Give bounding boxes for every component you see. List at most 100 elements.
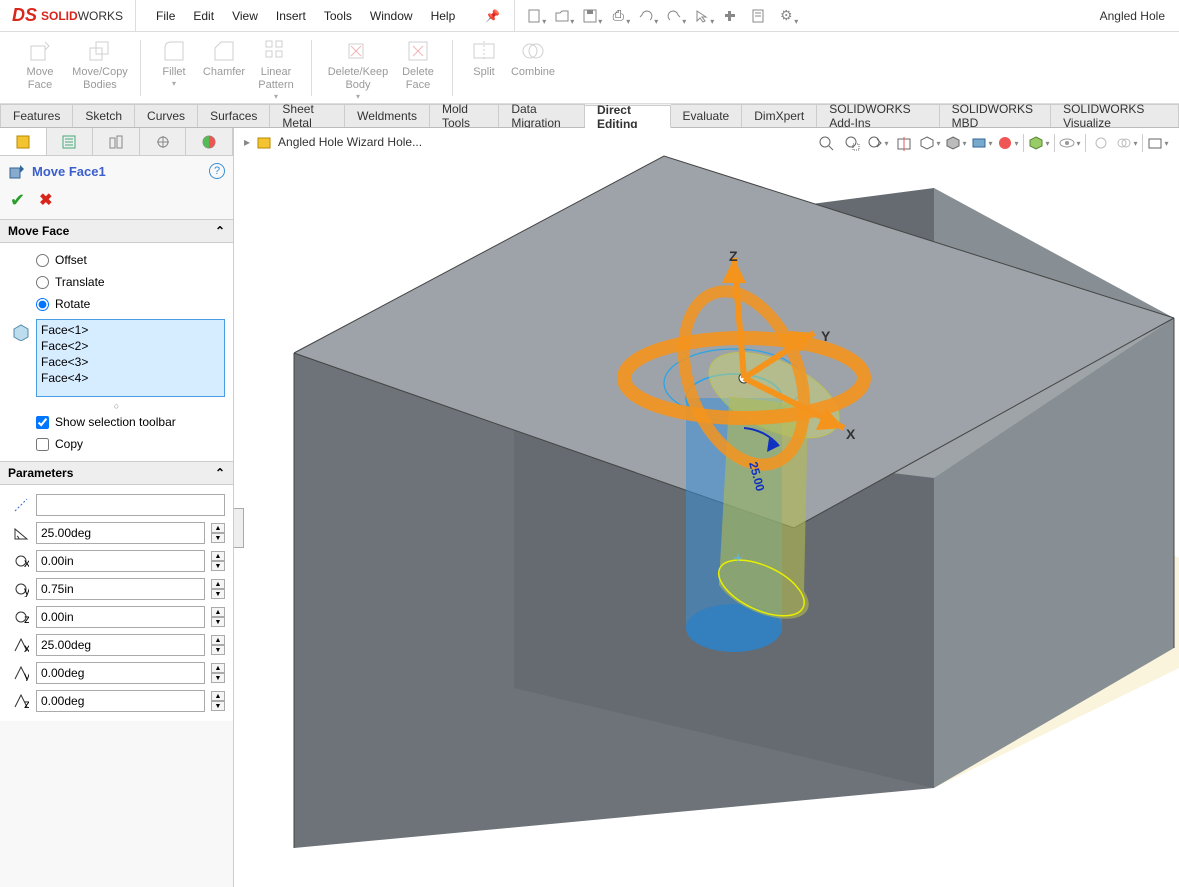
print-button[interactable]: ⎙ bbox=[605, 5, 631, 27]
tab-dimxpert[interactable]: DimXpert bbox=[742, 104, 817, 127]
rotate-y-input[interactable] bbox=[36, 662, 205, 684]
translate-radio[interactable] bbox=[36, 276, 49, 289]
tab-surfaces[interactable]: Surfaces bbox=[198, 104, 270, 127]
spin-up[interactable]: ▲ bbox=[211, 607, 225, 617]
edit-appearance-icon[interactable] bbox=[997, 132, 1019, 154]
pm-tab-dimxpert-manager[interactable] bbox=[140, 128, 187, 155]
options-button[interactable]: ⚙ bbox=[773, 5, 799, 27]
menu-edit[interactable]: Edit bbox=[193, 9, 214, 23]
tab-addins[interactable]: SOLIDWORKS Add-Ins bbox=[817, 104, 939, 127]
face-item[interactable]: Face<2> bbox=[41, 338, 220, 354]
face-item[interactable]: Face<1> bbox=[41, 322, 220, 338]
breadcrumb-expand-icon[interactable]: ▸ bbox=[244, 135, 250, 149]
save-button[interactable] bbox=[577, 5, 603, 27]
spin-up[interactable]: ▲ bbox=[211, 663, 225, 673]
delete-face-button[interactable]: Delete Face bbox=[394, 36, 442, 92]
linear-pattern-button[interactable]: Linear Pattern bbox=[251, 36, 301, 102]
redo-button[interactable] bbox=[661, 5, 687, 27]
tab-sketch[interactable]: Sketch bbox=[73, 104, 135, 127]
rotate-x-input[interactable] bbox=[36, 634, 205, 656]
tab-data-migration[interactable]: Data Migration bbox=[499, 104, 585, 127]
menu-insert[interactable]: Insert bbox=[276, 9, 306, 23]
tab-sheet-metal[interactable]: Sheet Metal bbox=[270, 104, 345, 127]
offset-radio[interactable] bbox=[36, 254, 49, 267]
face-item[interactable]: Face<4> bbox=[41, 370, 220, 386]
panel-splitter[interactable] bbox=[234, 508, 244, 548]
apply-scene-icon[interactable] bbox=[1028, 132, 1050, 154]
tab-weldments[interactable]: Weldments bbox=[345, 104, 430, 127]
rebuild-button[interactable] bbox=[717, 5, 743, 27]
cancel-button[interactable]: ✖ bbox=[39, 190, 52, 211]
menu-tools[interactable]: Tools bbox=[324, 9, 352, 23]
tab-curves[interactable]: Curves bbox=[135, 104, 198, 127]
spin-down[interactable]: ▼ bbox=[211, 673, 225, 683]
select-button[interactable] bbox=[689, 5, 715, 27]
copy-checkbox[interactable] bbox=[36, 438, 49, 451]
render-tools-2-icon[interactable] bbox=[1116, 132, 1138, 154]
tab-visualize[interactable]: SOLIDWORKS Visualize bbox=[1051, 104, 1179, 127]
ok-button[interactable]: ✔ bbox=[10, 190, 25, 211]
undo-button[interactable] bbox=[633, 5, 659, 27]
zoom-area-icon[interactable] bbox=[841, 132, 863, 154]
pin-icon[interactable]: 📌 bbox=[485, 9, 500, 23]
tab-mbd[interactable]: SOLIDWORKS MBD bbox=[940, 104, 1051, 127]
angle-input[interactable] bbox=[36, 522, 205, 544]
help-icon[interactable]: ? bbox=[209, 163, 225, 179]
tab-evaluate[interactable]: Evaluate bbox=[671, 104, 743, 127]
display-style-icon[interactable] bbox=[945, 132, 967, 154]
open-doc-button[interactable] bbox=[549, 5, 575, 27]
graphics-viewport[interactable]: ▸ Angled Hole Wizard Hole... bbox=[234, 128, 1179, 887]
view-settings-eye-icon[interactable] bbox=[1059, 132, 1081, 154]
menu-view[interactable]: View bbox=[232, 9, 258, 23]
file-props-button[interactable] bbox=[745, 5, 771, 27]
hide-show-icon[interactable] bbox=[971, 132, 993, 154]
spin-down[interactable]: ▼ bbox=[211, 561, 225, 571]
menu-help[interactable]: Help bbox=[431, 9, 456, 23]
split-button[interactable]: Split bbox=[463, 36, 505, 79]
breadcrumb-text[interactable]: Angled Hole Wizard Hole... bbox=[278, 135, 422, 149]
pm-tab-config-manager[interactable] bbox=[93, 128, 140, 155]
rotate-z-input[interactable] bbox=[36, 690, 205, 712]
spin-down[interactable]: ▼ bbox=[211, 701, 225, 711]
spin-up[interactable]: ▲ bbox=[211, 523, 225, 533]
pm-tab-display-manager[interactable] bbox=[186, 128, 233, 155]
center-z-input[interactable] bbox=[36, 606, 205, 628]
move-face-section-header[interactable]: Move Face⌃ bbox=[0, 219, 233, 243]
rotate-radio[interactable] bbox=[36, 298, 49, 311]
zoom-fit-icon[interactable] bbox=[815, 132, 837, 154]
tab-mold-tools[interactable]: Mold Tools bbox=[430, 104, 499, 127]
viewport-layout-icon[interactable] bbox=[1147, 132, 1169, 154]
fillet-button[interactable]: Fillet bbox=[151, 36, 197, 89]
reference-input[interactable] bbox=[36, 494, 225, 516]
menu-window[interactable]: Window bbox=[370, 9, 413, 23]
move-copy-bodies-button[interactable]: Move/Copy Bodies bbox=[70, 36, 130, 92]
combine-button[interactable]: Combine bbox=[505, 36, 561, 79]
pm-tab-property-manager[interactable] bbox=[47, 128, 94, 155]
new-doc-button[interactable] bbox=[521, 5, 547, 27]
chamfer-button[interactable]: Chamfer bbox=[197, 36, 251, 79]
face-item[interactable]: Face<3> bbox=[41, 354, 220, 370]
previous-view-icon[interactable] bbox=[867, 132, 889, 154]
spin-down[interactable]: ▼ bbox=[211, 589, 225, 599]
spin-down[interactable]: ▼ bbox=[211, 533, 225, 543]
center-y-input[interactable] bbox=[36, 578, 205, 600]
show-selection-toolbar-checkbox[interactable] bbox=[36, 416, 49, 429]
render-tools-icon[interactable] bbox=[1090, 132, 1112, 154]
center-x-input[interactable] bbox=[36, 550, 205, 572]
spin-down[interactable]: ▼ bbox=[211, 645, 225, 655]
view-orientation-icon[interactable] bbox=[919, 132, 941, 154]
model-view[interactable]: 25.00 bbox=[234, 128, 1179, 887]
section-view-icon[interactable] bbox=[893, 132, 915, 154]
face-selection-list[interactable]: Face<1> Face<2> Face<3> Face<4> bbox=[36, 319, 225, 397]
spin-up[interactable]: ▲ bbox=[211, 691, 225, 701]
menu-file[interactable]: File bbox=[156, 9, 175, 23]
spin-up[interactable]: ▲ bbox=[211, 579, 225, 589]
pm-tab-feature-manager[interactable] bbox=[0, 128, 47, 155]
tab-direct-editing[interactable]: Direct Editing bbox=[585, 105, 671, 128]
move-face-button[interactable]: Move Face bbox=[10, 36, 70, 92]
spin-up[interactable]: ▲ bbox=[211, 551, 225, 561]
spin-down[interactable]: ▼ bbox=[211, 617, 225, 627]
parameters-section-header[interactable]: Parameters⌃ bbox=[0, 461, 233, 485]
spin-up[interactable]: ▲ bbox=[211, 635, 225, 645]
tab-features[interactable]: Features bbox=[0, 104, 73, 127]
